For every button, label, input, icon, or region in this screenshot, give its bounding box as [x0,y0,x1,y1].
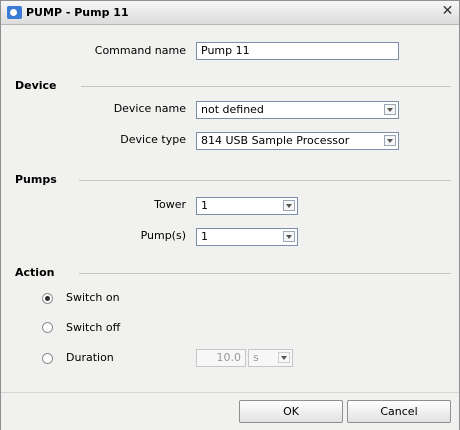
duration-radio[interactable] [42,353,53,364]
device-name-select[interactable]: not defined [196,101,399,119]
pumps-section-title: Pumps [15,173,57,186]
chevron-down-icon[interactable] [283,200,295,211]
title-bar: PUMP - Pump 11 ✕ [1,1,459,25]
button-bar: OK Cancel [1,392,459,430]
pumps-select[interactable]: 1 [196,228,298,246]
pumps-value: 1 [201,230,208,243]
switch-off-radio[interactable] [42,322,53,333]
duration-label: Duration [66,351,114,364]
duration-unit-value: s [253,351,259,364]
switch-on-label: Switch on [66,291,120,304]
chevron-down-icon[interactable] [384,104,396,115]
command-name-label: Command name [94,44,186,57]
pumps-divider [79,180,451,181]
switch-off-label: Switch off [66,321,121,334]
app-icon [7,6,22,19]
device-divider [81,86,451,87]
chevron-down-icon[interactable] [384,135,396,146]
device-name-value: not defined [201,103,264,116]
close-icon[interactable]: ✕ [440,4,455,19]
chevron-down-icon[interactable] [278,352,290,363]
pump-dialog-window: PUMP - Pump 11 ✕ Command name Pump 11 De… [0,0,460,430]
tower-value: 1 [201,199,208,212]
tower-label: Tower [154,198,186,211]
action-divider [79,273,451,274]
pumps-label: Pump(s) [140,229,186,242]
switch-on-radio[interactable] [42,293,53,304]
duration-unit-select[interactable]: s [248,349,293,367]
action-section-title: Action [15,266,55,279]
ok-button[interactable]: OK [239,400,343,423]
cancel-button[interactable]: Cancel [347,400,451,423]
chevron-down-icon[interactable] [283,231,295,242]
device-type-label: Device type [120,133,186,146]
device-type-select[interactable]: 814 USB Sample Processor [196,132,399,150]
device-type-value: 814 USB Sample Processor [201,134,350,147]
duration-value-input[interactable]: 10.0 [196,349,246,367]
device-section-title: Device [15,79,57,92]
command-name-input[interactable]: Pump 11 [196,42,399,60]
tower-select[interactable]: 1 [196,197,298,215]
device-name-label: Device name [113,102,186,115]
window-title: PUMP - Pump 11 [26,6,129,19]
